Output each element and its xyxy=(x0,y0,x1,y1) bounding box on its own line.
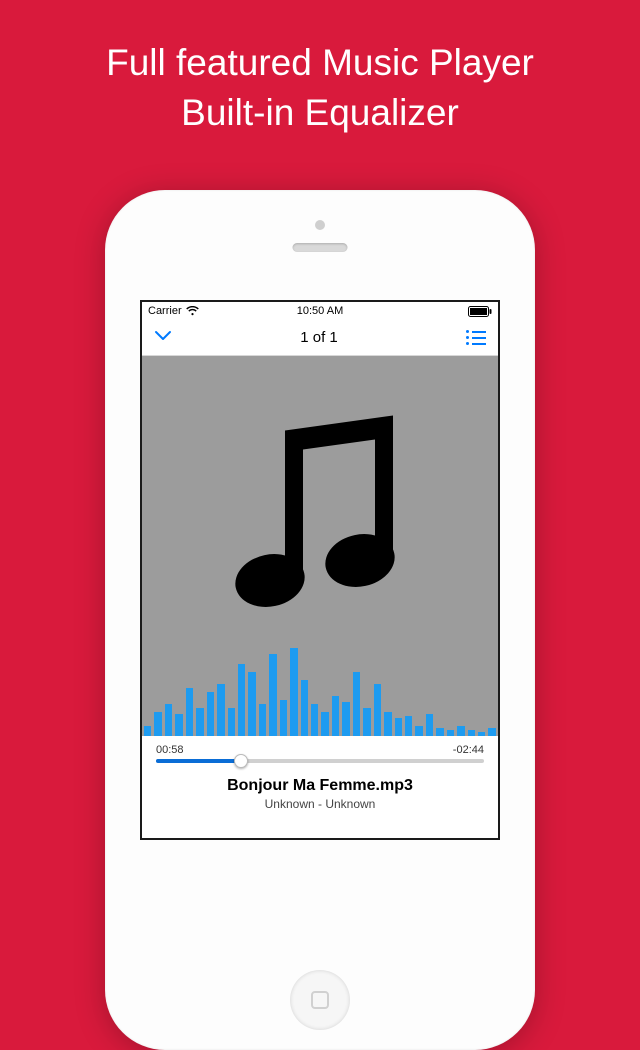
eq-bar xyxy=(332,696,339,736)
progress-fill xyxy=(156,759,241,763)
phone-screen: Carrier 10:50 AM 1 of 1 xyxy=(140,300,500,840)
eq-bar xyxy=(228,708,235,736)
eq-bar xyxy=(311,704,318,736)
eq-bar xyxy=(269,654,276,736)
phone-speaker xyxy=(293,243,348,252)
eq-bar xyxy=(196,708,203,736)
playback-meta: 00:58 -02:44 Bonjour Ma Femme.mp3 Unknow… xyxy=(142,736,498,811)
eq-bar xyxy=(415,726,422,736)
eq-bar xyxy=(405,716,412,736)
headline-line2: Built-in Equalizer xyxy=(181,92,459,133)
headline-line1: Full featured Music Player xyxy=(106,42,534,83)
eq-bar xyxy=(207,692,214,736)
eq-bar xyxy=(426,714,433,736)
eq-bar xyxy=(478,732,485,736)
phone-frame: Carrier 10:50 AM 1 of 1 xyxy=(105,190,535,1050)
music-note-icon xyxy=(225,416,415,631)
eq-bar xyxy=(384,712,391,736)
equalizer-bars xyxy=(142,636,498,736)
eq-bar xyxy=(248,672,255,736)
wifi-icon xyxy=(186,306,199,316)
eq-bar xyxy=(165,704,172,736)
status-bar: Carrier 10:50 AM xyxy=(142,302,498,320)
eq-bar xyxy=(447,730,454,736)
eq-bar xyxy=(436,728,443,736)
eq-bar xyxy=(154,712,161,736)
eq-bar xyxy=(186,688,193,736)
eq-bar xyxy=(374,684,381,736)
carrier-label: Carrier xyxy=(148,305,182,317)
eq-bar xyxy=(457,726,464,736)
eq-bar xyxy=(217,684,224,736)
progress-thumb[interactable] xyxy=(234,754,248,768)
chevron-down-icon xyxy=(154,328,172,342)
eq-bar xyxy=(259,704,266,736)
eq-bar xyxy=(238,664,245,736)
promo-headline: Full featured Music Player Built-in Equa… xyxy=(0,0,640,138)
phone-camera-dot xyxy=(315,220,325,230)
eq-bar xyxy=(353,672,360,736)
eq-bar xyxy=(468,730,475,736)
time-elapsed: 00:58 xyxy=(156,744,184,756)
eq-bar xyxy=(144,726,151,736)
battery-icon xyxy=(468,306,492,317)
home-button[interactable] xyxy=(290,970,350,1030)
eq-bar xyxy=(395,718,402,736)
nav-bar: 1 of 1 xyxy=(142,320,498,356)
eq-bar xyxy=(290,648,297,736)
collapse-button[interactable] xyxy=(154,328,172,347)
album-art-area xyxy=(142,356,498,736)
nav-title: 1 of 1 xyxy=(300,329,338,346)
eq-bar xyxy=(175,714,182,736)
eq-bar xyxy=(321,712,328,736)
track-title: Bonjour Ma Femme.mp3 xyxy=(156,777,484,795)
eq-bar xyxy=(301,680,308,736)
track-subtitle: Unknown - Unknown xyxy=(156,797,484,811)
eq-bar xyxy=(342,702,349,736)
progress-slider[interactable] xyxy=(156,759,484,763)
home-square-icon xyxy=(311,991,329,1009)
eq-bar xyxy=(363,708,370,736)
eq-bar xyxy=(280,700,287,736)
playlist-button[interactable] xyxy=(466,330,486,345)
eq-bar xyxy=(488,728,495,736)
time-remaining: -02:44 xyxy=(453,744,484,756)
